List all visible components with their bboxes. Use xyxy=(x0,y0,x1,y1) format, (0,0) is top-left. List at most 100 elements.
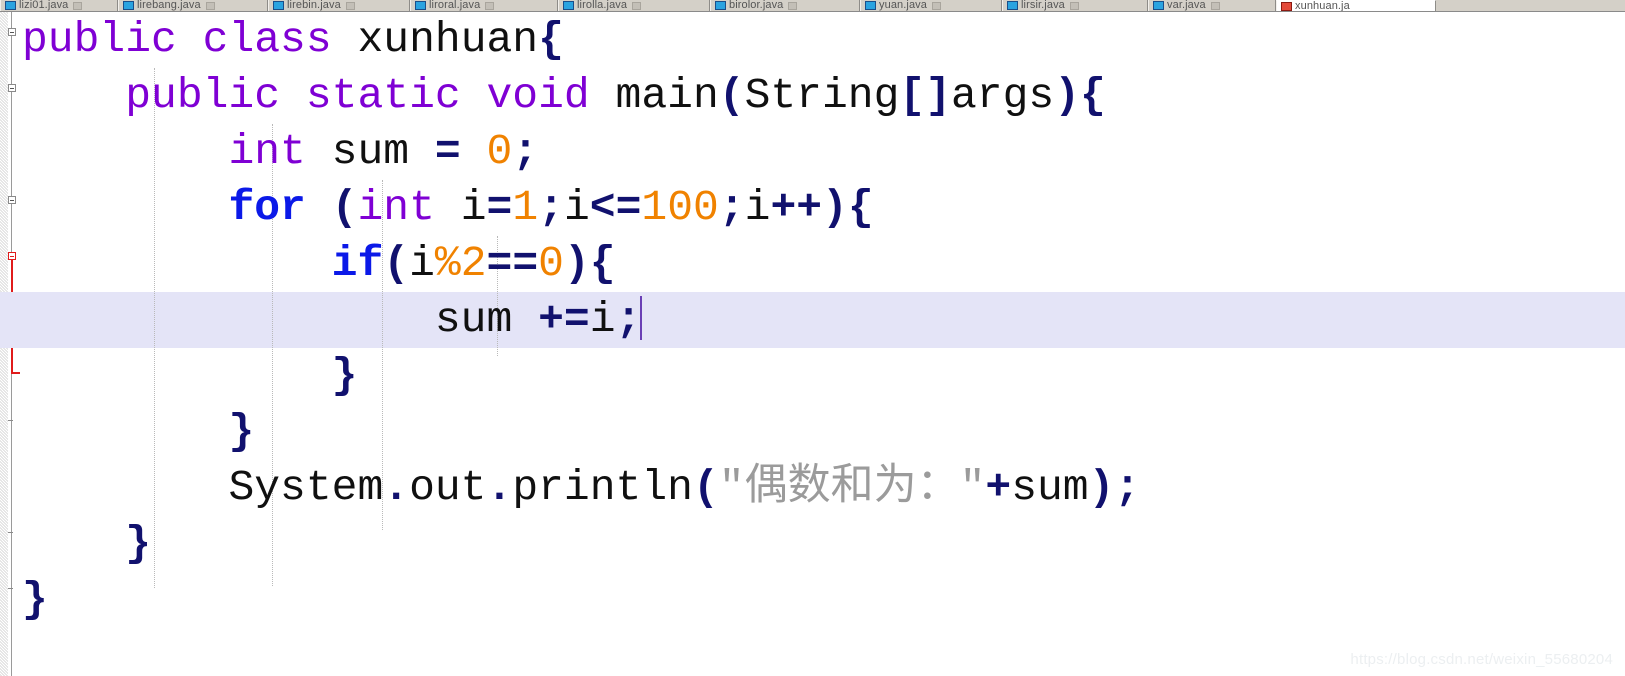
code-line-4[interactable]: for (int i=1;i<=100;i++){ xyxy=(22,180,1625,236)
code-token: 100 xyxy=(641,183,719,232)
java-file-icon xyxy=(273,1,284,10)
editor-tab-5[interactable]: birolor.java xyxy=(710,0,860,11)
code-token: public xyxy=(22,15,177,64)
code-token: } xyxy=(228,407,255,456)
code-line-1[interactable]: public class xunhuan{ xyxy=(22,12,1625,68)
editor-tab-3[interactable]: liroral.java xyxy=(410,0,558,11)
tab-close-icon[interactable] xyxy=(73,2,83,10)
code-token: ; xyxy=(538,183,564,232)
code-token: sum xyxy=(434,295,513,344)
editor-tab-bar[interactable]: lizi01.java lirebang.java lirebin.java liro… xyxy=(0,0,1625,12)
java-file-icon xyxy=(1153,1,1164,10)
code-editor[interactable]: public class xunhuan{ public static void… xyxy=(0,12,1625,676)
editor-tab-label: lirsir.java xyxy=(1021,0,1065,11)
code-line-10[interactable]: } xyxy=(22,516,1625,572)
code-token: ; xyxy=(512,127,539,176)
code-token: println xyxy=(512,463,693,512)
fold-collapse-icon-line-5[interactable] xyxy=(8,252,16,260)
editor-tab-label: birolor.java xyxy=(729,0,784,11)
code-token: if xyxy=(331,239,384,288)
editor-tab-9[interactable]: xunhuan.ja xyxy=(1276,0,1436,11)
code-token: ( xyxy=(383,239,410,288)
tab-close-icon[interactable] xyxy=(485,2,495,10)
code-token: public xyxy=(125,71,281,120)
code-token: ( xyxy=(692,463,719,512)
code-token: sum xyxy=(331,127,410,176)
code-token: out xyxy=(409,463,487,512)
tab-close-icon[interactable] xyxy=(1210,2,1220,10)
tab-close-icon[interactable] xyxy=(632,2,642,10)
tab-close-icon[interactable] xyxy=(345,2,355,10)
editor-tab-0[interactable]: lizi01.java xyxy=(0,0,118,11)
code-token: = xyxy=(486,183,513,232)
code-token: % xyxy=(434,239,461,288)
text-caret xyxy=(640,296,643,340)
code-token: 2 xyxy=(460,239,487,288)
code-line-11[interactable]: } xyxy=(22,572,1625,628)
java-file-icon xyxy=(5,1,16,10)
code-line-5[interactable]: if(i%2==0){ xyxy=(22,236,1625,292)
code-line-2[interactable]: public static void main(String[]args){ xyxy=(22,68,1625,124)
editor-tab-label: lirolla.java xyxy=(577,0,628,11)
code-line-9[interactable]: System.out.println("偶数和为："+sum); xyxy=(22,460,1625,516)
editor-tab-label: yuan.java xyxy=(879,0,927,11)
editor-tab-8[interactable]: var.java xyxy=(1148,0,1276,11)
code-token: String xyxy=(744,71,900,120)
editor-tab-1[interactable]: lirebang.java xyxy=(118,0,268,11)
code-token: += xyxy=(538,295,590,344)
code-token: i xyxy=(460,183,487,232)
tab-close-icon[interactable] xyxy=(932,2,941,10)
java-file-active-icon xyxy=(1281,2,1292,11)
tab-close-icon[interactable] xyxy=(788,2,798,10)
code-token: ( xyxy=(331,183,358,232)
editor-tab-label: var.java xyxy=(1167,0,1206,11)
tab-close-icon[interactable] xyxy=(205,2,215,10)
editor-tab-4[interactable]: lirolla.java xyxy=(558,0,710,11)
code-token: 0 xyxy=(538,239,564,288)
source-code[interactable]: public class xunhuan{ public static void… xyxy=(22,12,1625,628)
code-line-3[interactable]: int sum = 0; xyxy=(22,124,1625,180)
code-token: i xyxy=(744,183,771,232)
editor-tab-label: lizi01.java xyxy=(19,0,69,11)
code-token: { xyxy=(538,15,564,64)
code-token: ){ xyxy=(1054,71,1106,120)
java-file-icon xyxy=(865,1,876,10)
code-line-6[interactable]: sum +=i; xyxy=(22,292,1625,348)
fold-collapse-icon-line-4[interactable] xyxy=(8,196,16,204)
code-surface[interactable]: public class xunhuan{ public static void… xyxy=(0,12,1625,676)
code-token: sum xyxy=(1011,463,1089,512)
code-token: "偶数和为：" xyxy=(718,463,986,512)
csdn-watermark: https://blog.csdn.net/weixin_55680204 xyxy=(1350,651,1613,668)
code-token: = xyxy=(434,127,461,176)
code-token: == xyxy=(486,239,539,288)
code-token: void xyxy=(486,71,590,120)
code-token: ) xyxy=(1088,463,1115,512)
fold-collapse-icon-line-2[interactable] xyxy=(8,84,16,92)
code-token: main xyxy=(615,71,719,120)
editor-tab-2[interactable]: lirebin.java xyxy=(268,0,410,11)
code-line-7[interactable]: } xyxy=(22,348,1625,404)
code-line-8[interactable]: } xyxy=(22,404,1625,460)
code-token: int xyxy=(357,183,435,232)
code-token: ++ xyxy=(770,183,823,232)
tab-close-icon[interactable] xyxy=(1069,2,1079,10)
code-token: . xyxy=(383,463,410,512)
java-file-icon xyxy=(1007,1,1018,10)
editor-tab-7[interactable]: lirsir.java xyxy=(1002,0,1148,11)
code-token: System xyxy=(228,463,384,512)
code-token: 0 xyxy=(486,127,513,176)
editor-tab-6[interactable]: yuan.java xyxy=(860,0,1002,11)
code-token: ; xyxy=(1114,463,1141,512)
java-file-icon xyxy=(563,1,574,10)
code-token: class xyxy=(202,15,332,64)
fold-collapse-icon-line-1[interactable] xyxy=(8,28,16,36)
